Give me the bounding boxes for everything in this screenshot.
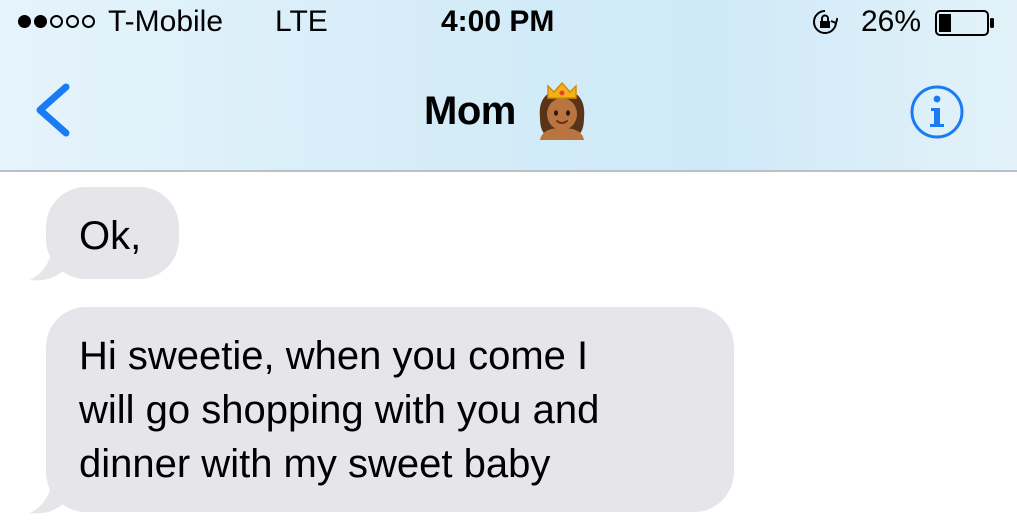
header: T-Mobile LTE 4:00 PM 26% Mom	[0, 0, 1017, 172]
message-text-line: will go shopping with you and	[79, 388, 600, 432]
signal-dot	[66, 15, 79, 28]
back-chevron-icon[interactable]	[30, 82, 74, 138]
network-type: LTE	[275, 5, 328, 38]
message-text-line: Ok,	[79, 214, 142, 258]
status-bar: T-Mobile LTE 4:00 PM 26%	[0, 0, 1017, 50]
message-bubble-received[interactable]: Ok,	[46, 187, 179, 279]
message-text-line: dinner with my sweet baby	[79, 442, 551, 486]
contact-name[interactable]: Mom	[424, 89, 516, 134]
signal-strength-icon	[18, 15, 95, 28]
battery-icon	[935, 10, 994, 36]
status-time: 4:00 PM	[441, 5, 555, 38]
rotation-lock-icon	[813, 10, 838, 34]
battery-percent: 26%	[861, 5, 922, 38]
info-icon[interactable]	[909, 84, 965, 140]
signal-dot	[18, 15, 31, 28]
carrier-name: T-Mobile	[108, 5, 224, 38]
signal-dot	[34, 15, 47, 28]
signal-dot	[82, 15, 95, 28]
message-bubble-received[interactable]: Hi sweetie, when you come I will go shop…	[46, 307, 734, 512]
message-text-line: Hi sweetie, when you come I	[79, 334, 589, 378]
princess-emoji-icon	[539, 81, 585, 140]
signal-dot	[50, 15, 63, 28]
